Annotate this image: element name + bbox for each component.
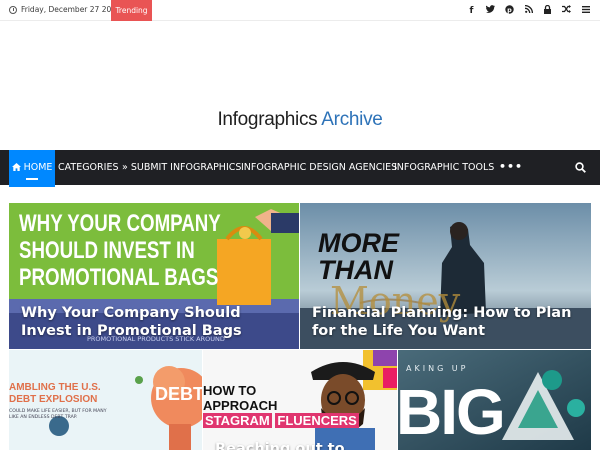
search-icon[interactable] (575, 162, 586, 173)
thumbnail-text-line: HOW TO (203, 383, 257, 398)
thumbnail-text-line: PROMOTIONAL BAGS (19, 264, 219, 291)
thumbnail-text-line: AMBLING THE U.S. (9, 382, 101, 393)
top-bar: Friday, December 27 2019 Trending f p (0, 0, 600, 21)
post-card-waking-up-big[interactable]: AKING UP BIG (398, 350, 591, 450)
pinterest-icon[interactable]: p (505, 4, 514, 17)
thumbnail-headline: AMBLING THE U.S. DEBT EXPLOSION (9, 382, 101, 406)
nav-item-categories[interactable]: CATEGORIES (58, 150, 118, 185)
nav-item-infographic-tools[interactable]: INFOGRAPHIC TOOLS (394, 150, 494, 185)
thumbnail-text-line: AKING UP (406, 364, 469, 373)
thumbnail-text-line: MORE (318, 228, 399, 258)
thumbnail-text-line: SHOULD INVEST IN (19, 237, 195, 264)
nav-item-label: HOME (23, 162, 53, 173)
active-indicator (26, 178, 38, 180)
post-title[interactable]: Reaching out to (215, 440, 395, 450)
thumbnail-text-line: STAGRAM (203, 413, 272, 428)
thumbnail-caption: COULD MAKE LIFE EASIER, BUT FOR MANY LIK… (9, 409, 107, 420)
facebook-icon[interactable]: f (467, 6, 476, 16)
thumbnail-headline: HOW TO APPROACH STAGRAM FLUENCERS (203, 383, 359, 428)
clock-icon (9, 5, 17, 14)
post-card-instagram-influencers[interactable]: HOW TO APPROACH STAGRAM FLUENCERS Reachi… (203, 350, 397, 450)
menu-icon[interactable] (581, 5, 590, 16)
date-display: Friday, December 27 2019 (9, 5, 121, 14)
lock-icon[interactable] (543, 4, 552, 17)
nav-item-submit-infographics[interactable]: » SUBMIT INFOGRAPHICS (122, 150, 241, 185)
thumbnail-text-line: BIG (398, 376, 506, 448)
post-card-debt-explosion[interactable]: AMBLING THE U.S. DEBT EXPLOSION COULD MA… (9, 350, 202, 450)
thumbnail-text-line: APPROACH (203, 398, 278, 413)
nav-item-home[interactable]: HOME (9, 150, 55, 187)
post-card-financial-planning[interactable]: MORE THAN Money Financial Planning: How … (300, 203, 591, 349)
thumbnail-headline: WHY YOUR COMPANY SHOULD INVEST IN PROMOT… (19, 210, 221, 291)
thumbnail-headline: MORE THAN (318, 230, 399, 284)
date-text: Friday, December 27 2019 (21, 5, 121, 14)
svg-text:p: p (507, 5, 512, 13)
post-title[interactable]: Why Your Company Should Invest in Promot… (21, 304, 293, 340)
logo-text-primary: Infographics (217, 109, 318, 130)
post-title[interactable]: Financial Planning: How to Plan for the … (312, 304, 584, 340)
thumbnail-text-line: WHY YOUR COMPANY (19, 210, 221, 237)
more-menu-button[interactable]: ••• (499, 160, 523, 173)
social-icons: f p (467, 0, 590, 21)
thumbnail-badge: DEBT (155, 384, 202, 404)
random-icon[interactable] (562, 5, 571, 16)
trending-button[interactable]: Trending (111, 0, 152, 21)
site-logo[interactable]: Infographics Archive (0, 109, 600, 131)
twitter-icon[interactable] (486, 5, 495, 16)
nav-item-design-agencies[interactable]: INFOGRAPHIC DESIGN AGENCIES (241, 150, 397, 185)
thumbnail-text-line: FLUENCERS (275, 413, 359, 428)
thumbnail-text-line: DEBT EXPLOSION (9, 394, 98, 405)
rss-icon[interactable] (524, 4, 533, 16)
home-icon (11, 163, 21, 171)
post-card-promotional-bags[interactable]: WHY YOUR COMPANY SHOULD INVEST IN PROMOT… (9, 203, 299, 349)
logo-text-accent: Archive (321, 109, 383, 130)
main-navigation: HOME CATEGORIES » SUBMIT INFOGRAPHICS IN… (0, 150, 600, 187)
